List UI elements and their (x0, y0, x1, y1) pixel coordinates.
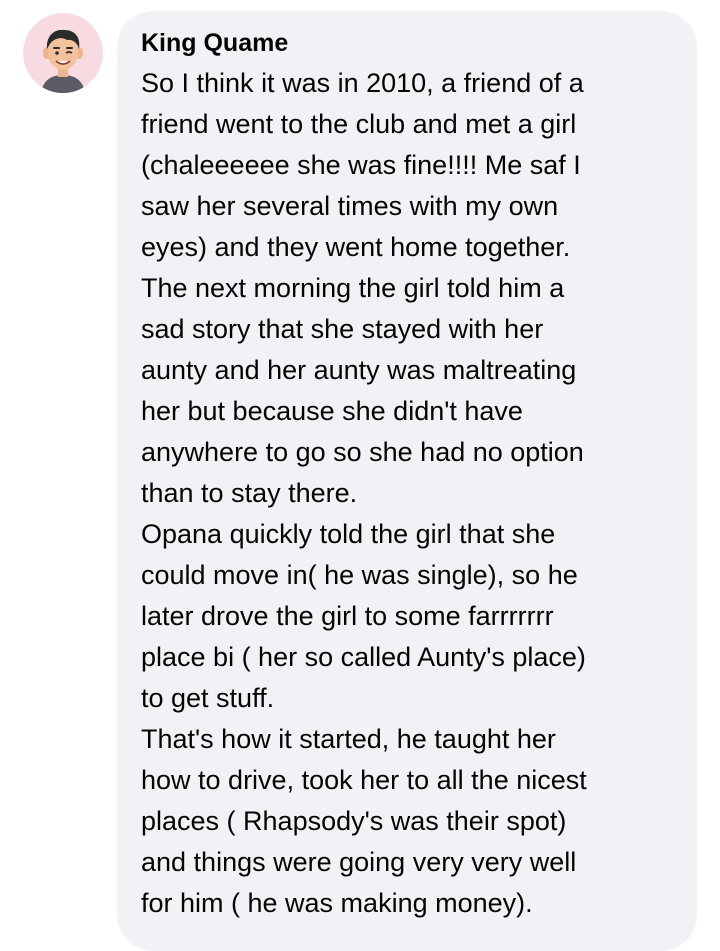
comment-line: than to stay there. (141, 478, 358, 508)
comment-line: how to drive, took her to all the nicest (141, 765, 587, 795)
comment-line: anywhere to go so she had no option (141, 437, 584, 467)
comment-line: sad story that she stayed with her (141, 314, 544, 344)
comment-line: her but because she didn't have (141, 396, 523, 426)
comment-author[interactable]: King Quame (141, 28, 288, 58)
comment-line: That's how it started, he taught her (141, 724, 556, 754)
comment-line: So I think it was in 2010, a friend of a (141, 68, 584, 98)
avatar-icon (41, 29, 85, 93)
comment-line: (chaleeeeee she was fine!!!! Me saf I (141, 150, 581, 180)
comment-body: So I think it was in 2010, a friend of a… (141, 63, 686, 924)
comment-line: could move in( he was single), so he (141, 560, 578, 590)
avatar[interactable] (23, 13, 103, 93)
comment-line: The next morning the girl told him a (141, 273, 565, 303)
comment-line: for him ( he was making money). (141, 888, 533, 918)
comment-line: to get stuff. (141, 683, 275, 713)
comment-line: Opana quickly told the girl that she (141, 519, 556, 549)
comment-line: aunty and her aunty was maltreating (141, 355, 577, 385)
comment-line: and things were going very very well (141, 847, 577, 877)
comment-line: saw her several times with my own (141, 191, 559, 221)
comment-line: places ( Rhapsody's was their spot) (141, 806, 567, 836)
comment-line: eyes) and they went home together. (141, 232, 571, 262)
comment-line: friend went to the club and met a girl (141, 109, 577, 139)
comment-line: place bi ( her so called Aunty's place) (141, 642, 586, 672)
comment-line: later drove the girl to some farrrrrrr (141, 601, 554, 631)
